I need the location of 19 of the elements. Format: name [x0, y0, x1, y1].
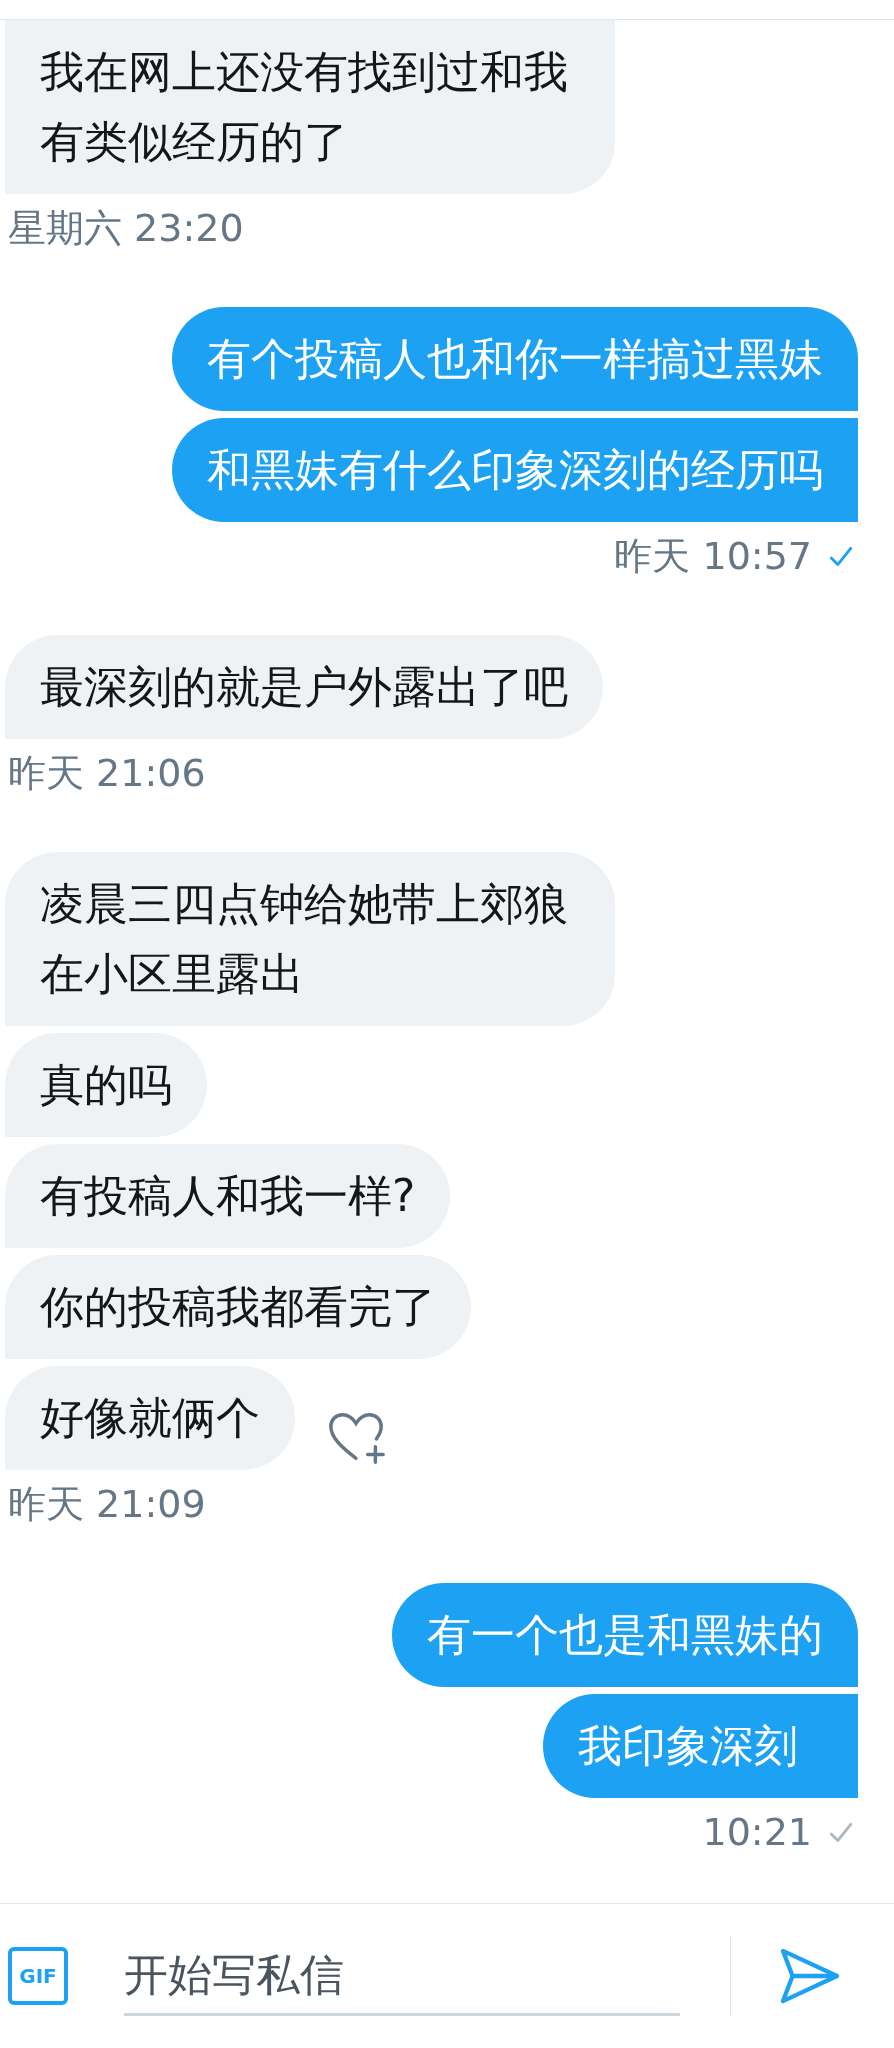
message-timestamp: 10:21 [702, 1809, 812, 1856]
message-timestamp: 昨天 21:06 [8, 750, 206, 797]
message-timestamp: 星期六 23:20 [8, 205, 244, 252]
message-bubble: 真的吗 [5, 1033, 207, 1137]
message-bubble: 有一个也是和黑妹的 [392, 1583, 858, 1687]
message-bubble: 有投稿人和我一样? [5, 1144, 451, 1248]
message-bubble: 好像就俩个 [5, 1366, 295, 1470]
message-timestamp: 昨天 10:57 [614, 533, 812, 580]
message-bubble: 凌晨三四点钟给她带上郊狼在小区里露出 [5, 852, 615, 1026]
gif-button[interactable]: GIF [8, 1947, 68, 2005]
message-input[interactable]: 开始写私信 [124, 1936, 680, 2016]
message-bubble: 我印象深刻 [543, 1694, 858, 1798]
message-bubble: 有个投稿人也和你一样搞过黑妹 [172, 307, 858, 411]
message-bubble: 和黑妹有什么印象深刻的经历吗 [172, 418, 858, 522]
message-bubble: 你的投稿我都看完了 [5, 1255, 471, 1359]
message-bubble: 我在网上还没有找到过和我有类似经历的了 [5, 20, 615, 194]
message-timestamp: 昨天 21:09 [8, 1481, 206, 1528]
send-icon[interactable] [779, 1947, 841, 2005]
message-bubble: 最深刻的就是户外露出了吧 [5, 635, 603, 739]
